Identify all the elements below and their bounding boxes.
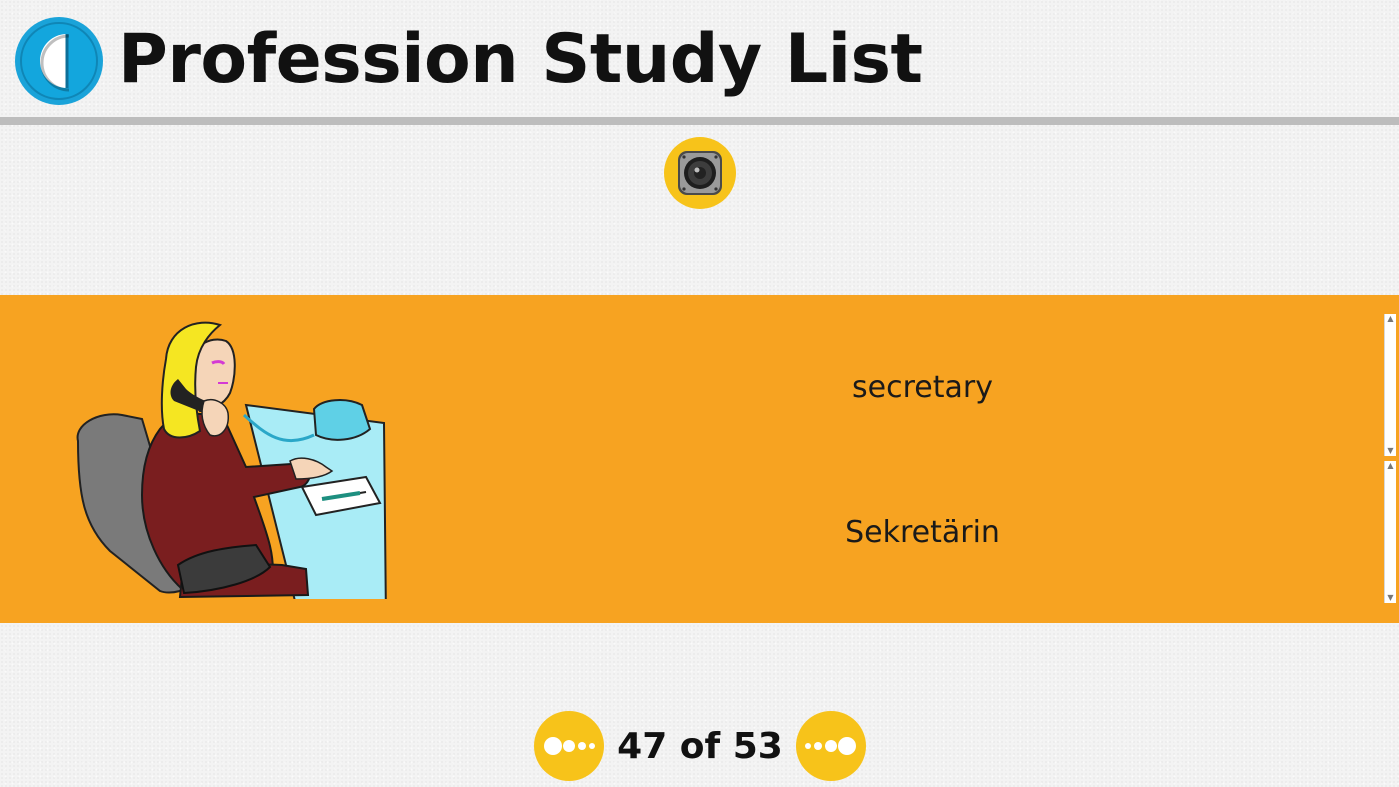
flashcard: secretary ▲ ▼ Sekretärin ▲ ▼ [0,295,1399,623]
page-title: Profession Study List [118,20,923,99]
scrollbar-german[interactable]: ▲ ▼ [1384,461,1396,603]
back-button[interactable] [14,16,104,106]
word-english: secretary [852,369,993,405]
scroll-up-icon[interactable]: ▲ [1385,461,1396,471]
previous-button[interactable] [533,710,605,782]
scroll-down-icon[interactable]: ▼ [1385,593,1396,603]
pager: 47 of 53 [0,710,1399,784]
scrollbar-english[interactable]: ▲ ▼ [1384,314,1396,456]
page-position: 47 of 53 [617,726,783,767]
secretary-on-phone-illustration [76,321,387,599]
dots-right-icon [796,711,866,781]
header-divider [0,117,1399,125]
back-half-circle-icon [15,17,103,105]
scroll-down-icon[interactable]: ▼ [1385,446,1396,456]
dots-left-icon [534,711,604,781]
scroll-up-icon[interactable]: ▲ [1385,314,1396,324]
word-german: Sekretärin [845,514,1000,550]
speaker-icon [664,137,736,209]
next-button[interactable] [795,710,867,782]
play-audio-button[interactable] [663,136,737,210]
app-header: Profession Study List [0,0,1399,118]
